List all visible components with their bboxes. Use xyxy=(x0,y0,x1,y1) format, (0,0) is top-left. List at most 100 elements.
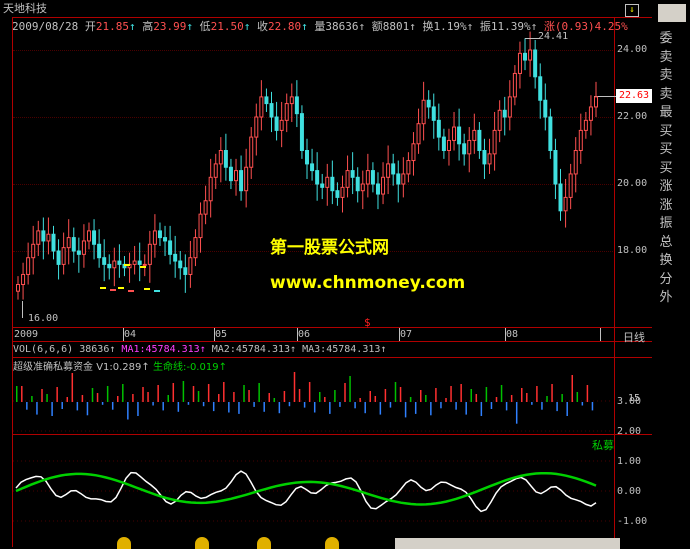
candle-body xyxy=(112,260,117,269)
volume-bar xyxy=(425,395,427,402)
volume-bar xyxy=(303,402,306,408)
candle-body xyxy=(279,119,284,131)
toolbar-button[interactable]: 卖 xyxy=(656,67,676,84)
toolbar-button[interactable]: 买 xyxy=(656,141,676,158)
volume-bar xyxy=(142,387,144,402)
toolbar-button[interactable]: 买 xyxy=(656,160,676,177)
candle-body xyxy=(507,96,512,118)
volume-bar xyxy=(566,402,568,416)
volume-bar xyxy=(571,375,573,402)
volume-bar xyxy=(76,402,79,411)
volume-bar xyxy=(556,402,558,412)
watermark-url: www.chnmoney.com xyxy=(270,273,466,293)
smiley-signal-icon xyxy=(195,537,209,549)
volume-bar xyxy=(197,391,200,402)
volume-bar xyxy=(273,398,276,402)
candle-body xyxy=(477,129,482,151)
candle-body xyxy=(102,257,107,265)
toolbar-button[interactable]: 分 xyxy=(656,271,676,288)
candle-body xyxy=(31,243,36,259)
toolbar-button[interactable]: 涨 xyxy=(656,178,676,195)
volume-bar xyxy=(132,394,134,402)
candle-body xyxy=(213,163,218,178)
volume-bar xyxy=(490,402,493,409)
volume-bar xyxy=(212,402,215,412)
time-tick: 06 xyxy=(298,329,311,340)
time-tick: 05 xyxy=(215,329,228,340)
volume-bar xyxy=(440,402,442,409)
volume-bar xyxy=(21,386,23,402)
candle-body xyxy=(86,230,91,242)
candle-body xyxy=(538,76,543,101)
candle-body xyxy=(401,173,406,185)
volume-bar xyxy=(253,402,255,407)
period-label[interactable]: 日线 xyxy=(623,329,645,345)
toolbar-button[interactable]: 总 xyxy=(656,234,676,251)
candle-body xyxy=(269,103,274,118)
candle-body xyxy=(66,237,71,249)
toolbar-button[interactable]: 买 xyxy=(656,123,676,140)
volume-bar xyxy=(66,397,68,402)
toolbar-button[interactable]: 涨 xyxy=(656,197,676,214)
volume-bar xyxy=(389,402,392,408)
candle-body xyxy=(132,260,137,265)
candle-body xyxy=(198,213,203,239)
current-price-tag: 22.63 xyxy=(616,89,652,103)
volume-bar xyxy=(218,394,220,402)
candle-body xyxy=(173,253,178,262)
candle-body xyxy=(416,123,421,145)
toolbar-top-icon[interactable] xyxy=(658,4,686,22)
candle-body xyxy=(41,230,46,242)
toolbar-button[interactable]: 外 xyxy=(656,289,676,306)
toolbar-button[interactable]: 卖 xyxy=(656,86,676,103)
toolbar-button[interactable]: 最 xyxy=(656,104,676,121)
candle-body xyxy=(533,49,538,78)
candle-body xyxy=(137,260,142,265)
volume-bar xyxy=(248,390,250,402)
candle-body xyxy=(335,190,340,198)
candle-body xyxy=(92,230,97,245)
volume-bar xyxy=(192,386,195,402)
candle-body xyxy=(553,150,558,185)
candle-body xyxy=(315,170,320,185)
candle-body xyxy=(264,96,269,105)
toolbar-button[interactable]: 卖 xyxy=(656,49,676,66)
volume-bar xyxy=(207,384,210,402)
candle-body xyxy=(320,183,325,188)
volume-bar xyxy=(455,402,457,410)
volume-bar xyxy=(298,389,301,402)
toolbar-button[interactable]: 振 xyxy=(656,215,676,232)
volume-bar xyxy=(152,402,154,406)
candle-body xyxy=(523,52,528,61)
arrow-down-icon[interactable]: ⇓ xyxy=(625,4,639,17)
ind-axis-tick: -1.00 xyxy=(617,516,648,527)
volume-bar xyxy=(354,402,356,409)
candle-body xyxy=(71,237,76,252)
volume-bar xyxy=(96,393,99,402)
ma2-value: MA2:45784.313 xyxy=(211,344,291,355)
volume-bar xyxy=(31,396,33,402)
indicator-chart xyxy=(13,372,613,522)
volume-bar xyxy=(470,389,472,402)
volume-bar xyxy=(329,402,331,414)
candle-body xyxy=(193,237,198,259)
candle-body xyxy=(223,150,228,168)
volume-bar xyxy=(182,381,185,402)
toolbar-button[interactable]: 换 xyxy=(656,252,676,269)
candle-body xyxy=(441,136,446,152)
volume-bar xyxy=(465,402,467,415)
volume-bar xyxy=(61,402,63,409)
special-marker: $ xyxy=(364,316,371,329)
candle-body xyxy=(386,163,391,178)
candle-body xyxy=(375,183,380,195)
candle-body xyxy=(487,153,492,165)
candle-body xyxy=(528,49,533,61)
candle-body xyxy=(446,139,451,151)
candle-body xyxy=(81,240,86,255)
candle-body xyxy=(234,170,239,182)
volume-bar xyxy=(359,398,361,402)
candle-body xyxy=(345,170,350,188)
volume-bar xyxy=(334,390,336,402)
candle-body xyxy=(502,109,507,118)
toolbar-button[interactable]: 委 xyxy=(656,30,676,47)
